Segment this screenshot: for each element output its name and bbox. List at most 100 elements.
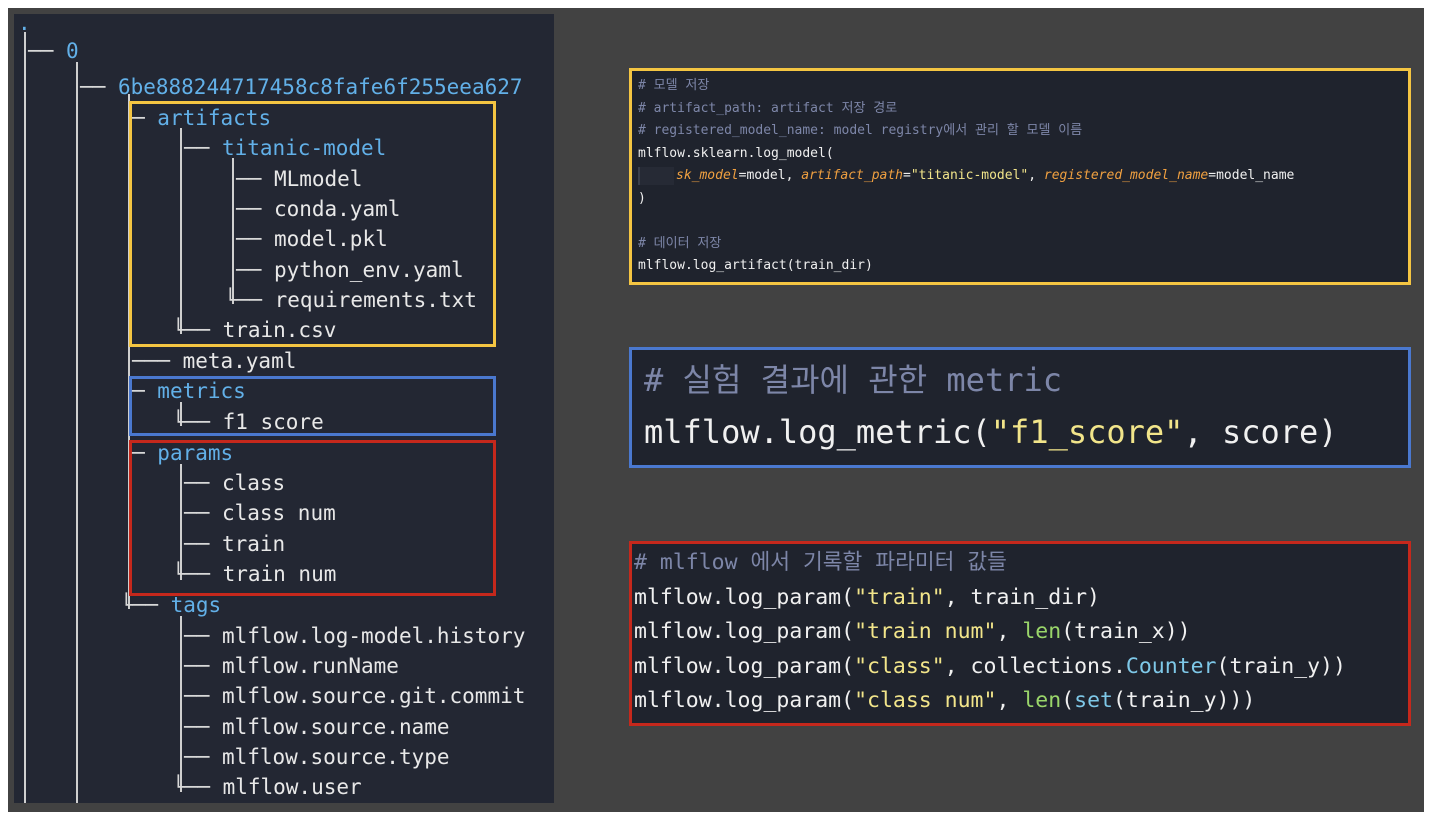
tree-node-run-id[interactable]: ── 6be888244717458c8fafe6f255eea627	[80, 72, 523, 102]
tree-connector: ──	[236, 258, 274, 282]
tree-node-requirements-txt[interactable]: └── requirements.txt	[224, 285, 477, 315]
code-token: =model,	[738, 168, 802, 183]
tree-connector: ──	[80, 75, 118, 99]
code-token: (train_y))	[1216, 653, 1346, 679]
tree-node-label: mlflow.source.type	[221, 745, 450, 769]
tree-node-tag-run-name[interactable]: ── mlflow.runName	[184, 651, 399, 681]
tree-node-param-class-num[interactable]: ── class num	[184, 498, 336, 528]
tree-node-label: python_env.yaml	[273, 258, 464, 282]
code-token: "class num"	[854, 688, 997, 713]
tree-connector: └──	[172, 318, 223, 342]
tree-connector: ──	[236, 227, 274, 251]
tree-node-label: artifacts	[157, 106, 272, 130]
code-token: "class"	[854, 653, 945, 679]
tree-node-tag-user[interactable]: └── mlflow.user	[172, 772, 362, 802]
tree-node-label: meta.yaml	[182, 349, 297, 373]
tree-node-label: params	[157, 441, 234, 465]
tree-line-level-1	[76, 62, 78, 803]
tree-connector: ─	[132, 379, 158, 403]
indent-guide	[638, 166, 674, 185]
tree-node-label: titanic-model	[221, 136, 387, 160]
tree-node-titanic-model[interactable]: ── titanic-model	[184, 133, 386, 163]
tree-node-params[interactable]: ─ params	[132, 438, 233, 468]
tree-connector: ──	[236, 167, 274, 191]
tree-node-label: mlflow.user	[222, 775, 362, 799]
code-line: mlflow.log_param("train num", len(train_…	[634, 615, 1406, 650]
code-token: ,	[1028, 168, 1044, 183]
tree-node-metrics[interactable]: ─ metrics	[132, 376, 246, 406]
code-token: "f1_score"	[990, 413, 1184, 451]
code-token: "train num"	[854, 619, 997, 644]
tree-connector: ──	[184, 471, 222, 495]
tree-node-label: class num	[221, 501, 336, 525]
tree-node-label: train	[221, 532, 286, 556]
tree-connector: └──	[172, 562, 223, 586]
tree-connector: ──	[236, 197, 274, 221]
tree-connector: ──	[184, 715, 222, 739]
tree-connector: ──	[184, 136, 222, 160]
tree-node-tag-source-name[interactable]: ── mlflow.source.name	[184, 712, 450, 742]
tree-node-train-csv[interactable]: └── train.csv	[172, 315, 336, 345]
log-param-code-block: # mlflow 에서 기록할 파라미터 값들 mlflow.log_param(…	[629, 541, 1411, 726]
code-line: mlflow.log_metric("f1_score", score)	[644, 406, 1396, 458]
tree-node-param-class[interactable]: ── class	[184, 468, 285, 498]
tree-node-label: requirements.txt	[274, 288, 477, 312]
code-token: , train_dir)	[944, 584, 1101, 610]
tree-node-f1-score[interactable]: └── f1 score	[172, 407, 324, 437]
tree-node-mlmodel[interactable]: ── MLmodel	[236, 164, 362, 194]
tree-node-python-env-yaml[interactable]: ── python_env.yaml	[236, 255, 464, 285]
code-token: Counter	[1125, 653, 1217, 679]
tree-node-tag-git-commit[interactable]: ── mlflow.source.git.commit	[184, 681, 525, 711]
code-line: # registered_model_name: model registry에…	[638, 120, 1402, 143]
tree-connector: ──	[28, 39, 66, 63]
tree-node-label: mlflow.log-model.history	[221, 624, 526, 648]
code-line: # 실험 결과에 관한 metric	[644, 354, 1396, 406]
code-token: mlflow.log_param(	[634, 653, 855, 679]
tree-node-param-train-num[interactable]: └── train num	[172, 559, 336, 589]
code-token: mlflow.log_artifact(train_dir)	[638, 258, 873, 273]
code-token: # 데이터 저장	[638, 235, 722, 251]
code-token: , score)	[1183, 413, 1338, 451]
code-token: ,	[996, 619, 1023, 644]
code-token: (train_y)))	[1112, 688, 1256, 713]
code-token: (train_x))	[1061, 619, 1191, 644]
code-line: # artifact_path: artifact 저장 경로	[638, 98, 1402, 121]
tree-node-label: 0	[65, 39, 79, 63]
tree-node-label: 6be888244717458c8fafe6f255eea627	[117, 75, 523, 99]
code-token: mlflow.log_metric(	[644, 413, 991, 451]
tree-node-label: class	[221, 471, 286, 495]
code-line: # 데이터 저장	[638, 233, 1402, 256]
tree-node-model-pkl[interactable]: ── model.pkl	[236, 224, 388, 254]
tree-node-label: train num	[222, 562, 337, 586]
code-line: mlflow.log_artifact(train_dir)	[638, 255, 1402, 278]
code-token: # registered_model_name: model registry에…	[638, 123, 1083, 138]
tree-node-param-train[interactable]: ── train	[184, 529, 285, 559]
code-token: )	[638, 190, 646, 206]
tree-node-run-group[interactable]: ── 0	[28, 36, 79, 66]
code-token: registered_model_name	[1043, 168, 1209, 183]
tree-node-meta-yaml[interactable]: ─── meta.yaml	[132, 346, 296, 376]
code-token: "titanic-model"	[910, 168, 1029, 183]
code-token: mlflow.log_param(	[634, 688, 855, 713]
code-token: # 모델 저장	[638, 78, 710, 93]
tree-node-tag-source-type[interactable]: ── mlflow.source.type	[184, 742, 450, 772]
tree-node-label: mlflow.source.git.commit	[221, 684, 526, 708]
code-line: mlflow.log_param("class", collections.Co…	[634, 650, 1406, 685]
code-token: sk_model	[676, 168, 739, 183]
tree-connector: └──	[172, 775, 223, 799]
tree-connector: └──	[120, 593, 171, 617]
tree-node-tags[interactable]: └── tags	[120, 590, 221, 620]
tree-node-label: f1 score	[222, 410, 324, 434]
tree-connector: ──	[184, 532, 222, 556]
tree-node-label: mlflow.source.name	[221, 715, 450, 739]
tree-node-conda-yaml[interactable]: ── conda.yaml	[236, 194, 400, 224]
tree-connector: ─	[132, 441, 158, 465]
tree-node-artifacts[interactable]: ─ artifacts	[132, 103, 271, 133]
tree-line-level-0	[24, 32, 26, 803]
tree-node-label: tags	[170, 593, 222, 617]
code-line: mlflow.log_param("class num", len(set(tr…	[634, 684, 1406, 719]
tree-node-tag-log-model-history[interactable]: ── mlflow.log-model.history	[184, 621, 525, 651]
code-line: # mlflow 에서 기록할 파라미터 값들	[634, 546, 1406, 581]
tree-connector: ──	[184, 624, 222, 648]
log-model-code-block: # 모델 저장 # artifact_path: artifact 저장 경로 # …	[629, 68, 1411, 285]
